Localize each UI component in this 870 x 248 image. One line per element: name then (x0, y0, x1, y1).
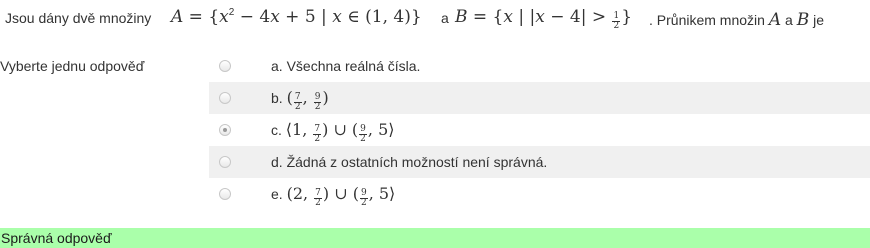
answer-label-e[interactable]: e. (2, 7 2) ∪ (9 2, 5⟩ (271, 178, 395, 210)
and-word: a (441, 10, 449, 26)
question-text: Jsou dány dvě množiny A = {x2 − 4x + 5 |… (5, 2, 870, 36)
answer-list: a. Všechna reálná čísla. b. (7 2, 9 2) c. … (209, 50, 870, 210)
radio-button-b[interactable] (219, 92, 231, 104)
answer-option-c[interactable]: c. ⟨1, 7 2) ∪ (9 2, 5⟩ (209, 114, 870, 146)
answer-prompt: Vyberte jednu odpověď (0, 58, 145, 74)
radio-button-a[interactable] (219, 60, 231, 72)
answer-option-d[interactable]: d. Žádná z ostatních možností není správ… (209, 146, 870, 178)
set-b-definition: B = {x | |x − 4| > 1 2} (455, 7, 633, 31)
question-intro: Jsou dány dvě množiny (5, 10, 152, 26)
radio-button-e[interactable] (219, 188, 231, 200)
answer-label-a[interactable]: a. Všechna reálná čísla. (271, 50, 420, 82)
answer-option-a[interactable]: a. Všechna reálná čísla. (209, 50, 870, 82)
correct-answer-banner: Správná odpověď (0, 228, 870, 248)
answer-label-c[interactable]: c. ⟨1, 7 2) ∪ (9 2, 5⟩ (271, 114, 395, 146)
question-outro: . Průnikem množin A a B je (649, 10, 824, 30)
radio-button-c[interactable] (219, 124, 231, 136)
set-a-definition: A = {x2 − 4x + 5 | x ∈ (1, 4)} (171, 7, 422, 27)
answer-option-b[interactable]: b. (7 2, 9 2) (209, 82, 870, 114)
answer-label-b[interactable]: b. (7 2, 9 2) (271, 82, 329, 114)
answer-option-e[interactable]: e. (2, 7 2) ∪ (9 2, 5⟩ (209, 178, 870, 210)
radio-button-d[interactable] (219, 156, 231, 168)
answer-label-d[interactable]: d. Žádná z ostatních možností není správ… (271, 146, 547, 178)
